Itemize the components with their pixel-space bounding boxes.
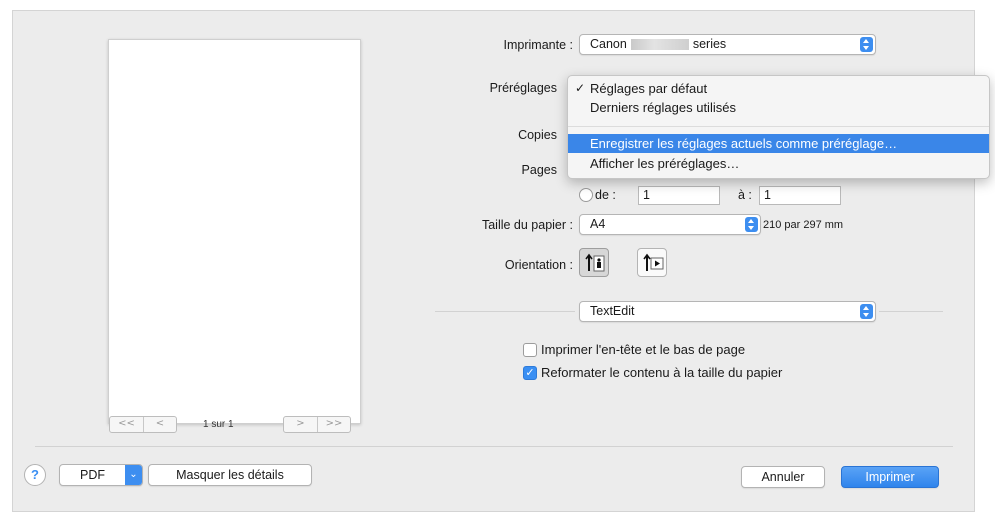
portrait-button[interactable] bbox=[579, 248, 609, 277]
paper-size-value: A4 bbox=[590, 217, 606, 231]
presets-menu: ✓ Réglages par défaut Derniers réglages … bbox=[567, 75, 990, 179]
chevron-updown-icon bbox=[860, 304, 873, 319]
menu-item-default-settings[interactable]: ✓ Réglages par défaut bbox=[568, 79, 989, 98]
app-section-select[interactable]: TextEdit bbox=[579, 301, 876, 322]
pages-to-field[interactable]: 1 bbox=[759, 186, 841, 205]
cancel-button[interactable]: Annuler bbox=[741, 466, 825, 488]
preview-nav-forward: > >> bbox=[283, 416, 351, 433]
page-preview bbox=[108, 39, 361, 424]
paper-size-label: Taille du papier : bbox=[481, 218, 573, 232]
landscape-button[interactable] bbox=[637, 248, 667, 277]
chevron-updown-icon bbox=[745, 217, 758, 232]
print-button[interactable]: Imprimer bbox=[841, 466, 939, 488]
menu-item-label: Derniers réglages utilisés bbox=[590, 100, 736, 115]
portrait-icon bbox=[585, 253, 605, 272]
reformat-label: Reformater le contenu à la taille du pap… bbox=[541, 365, 783, 380]
pages-from-label: de : bbox=[595, 188, 616, 202]
help-icon: ? bbox=[31, 467, 39, 482]
pages-range-radio[interactable] bbox=[579, 188, 593, 202]
copies-label: Copies bbox=[518, 128, 557, 142]
printer-name-prefix: Canon bbox=[590, 37, 627, 51]
menu-item-label: Enregistrer les réglages actuels comme p… bbox=[590, 136, 898, 151]
paper-dimensions: 210 par 297 mm bbox=[763, 219, 844, 231]
first-page-button[interactable]: << bbox=[110, 417, 143, 432]
chevron-down-icon: ⌄ bbox=[125, 465, 142, 485]
section-divider-left bbox=[435, 311, 575, 312]
app-section-value: TextEdit bbox=[590, 304, 635, 318]
preview-nav-back: << < bbox=[109, 416, 177, 433]
menu-item-save-as-preset[interactable]: Enregistrer les réglages actuels comme p… bbox=[568, 134, 989, 153]
reformat-checkbox[interactable]: ✓ bbox=[523, 366, 537, 380]
header-footer-label: Imprimer l'en-tête et le bas de page bbox=[541, 342, 746, 357]
pages-label: Pages bbox=[521, 163, 557, 177]
orientation-label: Orientation : bbox=[504, 258, 573, 272]
help-button[interactable]: ? bbox=[24, 464, 46, 486]
pages-from-field[interactable]: 1 bbox=[638, 186, 720, 205]
footer-divider bbox=[35, 446, 953, 447]
printer-select[interactable]: Canon series bbox=[579, 34, 876, 55]
page-counter: 1 sur 1 bbox=[203, 419, 234, 430]
last-page-button[interactable]: >> bbox=[317, 417, 350, 432]
printer-label: Imprimante : bbox=[503, 38, 573, 52]
pdf-label: PDF bbox=[80, 468, 105, 482]
printer-name-suffix: series bbox=[692, 37, 727, 51]
previous-page-button[interactable]: < bbox=[143, 417, 176, 432]
header-footer-checkbox[interactable] bbox=[523, 343, 537, 357]
menu-item-label: Afficher les préréglages… bbox=[590, 156, 740, 171]
menu-item-label: Réglages par défaut bbox=[590, 81, 708, 96]
section-divider-right bbox=[879, 311, 943, 312]
presets-label: Préréglages bbox=[489, 81, 557, 95]
hide-details-button[interactable]: Masquer les détails bbox=[148, 464, 312, 486]
next-page-button[interactable]: > bbox=[284, 417, 317, 432]
menu-separator bbox=[568, 126, 989, 127]
chevron-updown-icon bbox=[860, 37, 873, 52]
pdf-menu-button[interactable]: PDF ⌄ bbox=[59, 464, 143, 486]
menu-item-last-used-settings[interactable]: Derniers réglages utilisés bbox=[568, 98, 989, 117]
redacted-model bbox=[630, 39, 689, 51]
paper-size-select[interactable]: A4 bbox=[579, 214, 761, 235]
landscape-icon bbox=[643, 253, 664, 271]
checkmark-icon: ✓ bbox=[575, 81, 586, 95]
menu-item-show-presets[interactable]: Afficher les préréglages… bbox=[568, 154, 989, 173]
